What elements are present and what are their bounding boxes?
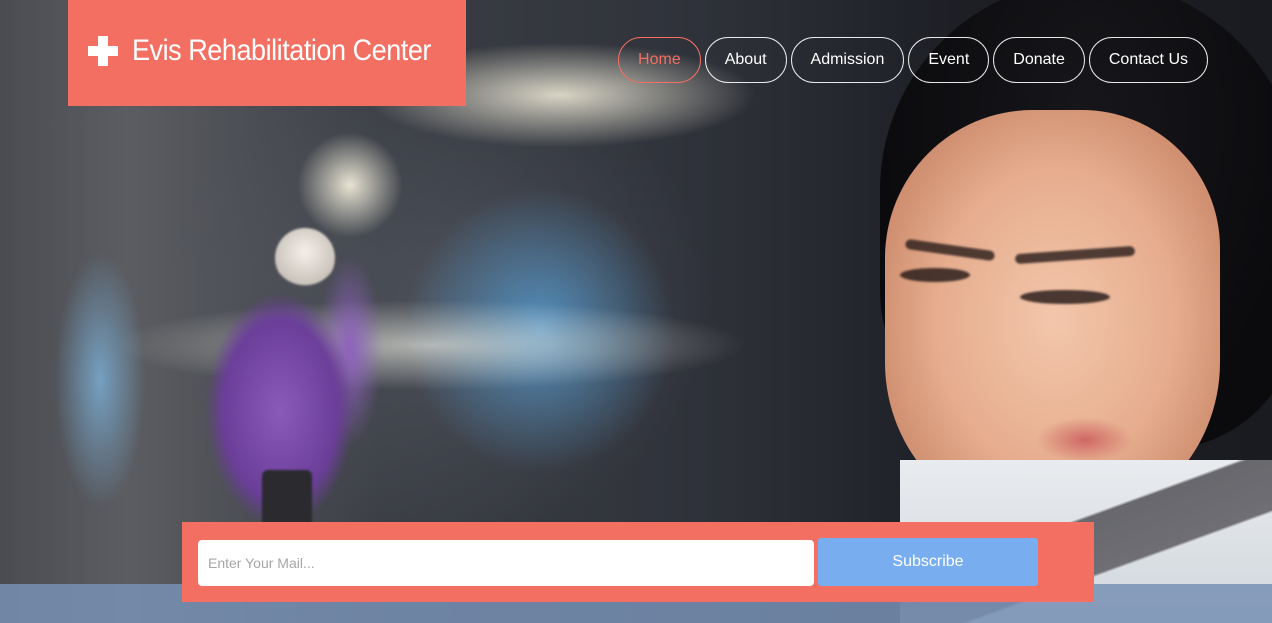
- site-logo[interactable]: Evis Rehabilitation Center: [68, 0, 466, 106]
- email-input[interactable]: [198, 540, 814, 586]
- hero-eye-shape: [1020, 290, 1110, 304]
- subscribe-button[interactable]: Subscribe: [818, 538, 1038, 586]
- nav-item-home[interactable]: Home: [618, 37, 701, 83]
- subscribe-bar: Subscribe: [182, 522, 1094, 602]
- hero-pipette-shape: [275, 228, 335, 288]
- nav-item-event[interactable]: Event: [908, 37, 990, 83]
- hero-eye-shape: [900, 268, 970, 282]
- nav-item-contact-us[interactable]: Contact Us: [1088, 37, 1208, 83]
- nav-item-donate[interactable]: Donate: [993, 37, 1085, 83]
- site-title: Evis Rehabilitation Center: [132, 34, 431, 67]
- plus-cross-icon: [88, 36, 118, 66]
- nav-item-about[interactable]: About: [704, 37, 787, 83]
- hero-pipette-body-shape: [262, 470, 312, 530]
- nav-item-admission[interactable]: Admission: [790, 37, 905, 83]
- main-nav: Home About Admission Event Donate Contac…: [618, 37, 1208, 83]
